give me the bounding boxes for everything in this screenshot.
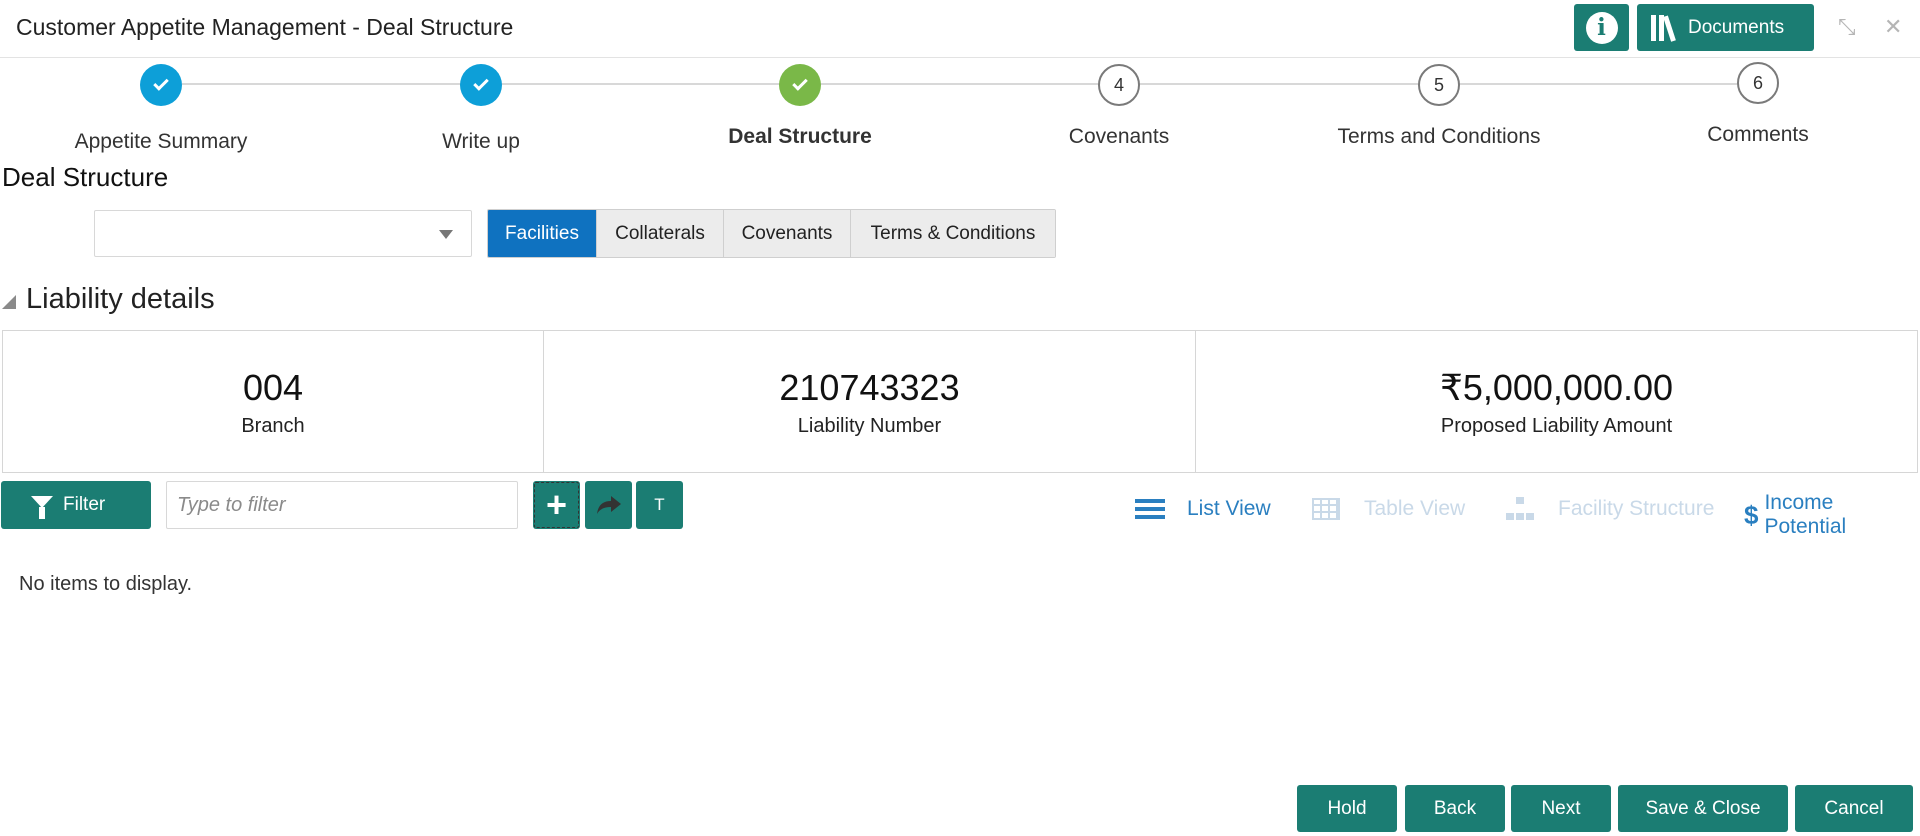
tab-facilities[interactable]: Facilities [488, 210, 597, 257]
empty-list-message: No items to display. [19, 573, 193, 595]
hierarchy-icon [1506, 497, 1534, 521]
step-deal-structure[interactable]: Deal Structure [650, 64, 950, 149]
section-title: Liability details [26, 283, 215, 315]
chevron-down-icon [439, 230, 453, 239]
back-button[interactable]: Back [1405, 785, 1505, 832]
window-title: Customer Appetite Management - Deal Stru… [16, 14, 514, 40]
step-number: 6 [1737, 62, 1779, 104]
deal-select[interactable] [94, 210, 472, 257]
liability-cards: 004 Branch 210743323 Liability Number ₹5… [2, 330, 1918, 473]
income-potential-link[interactable]: $ Income Potential [1744, 491, 1920, 539]
step-label: Appetite Summary [74, 130, 248, 153]
branch-value: 004 [242, 367, 304, 408]
list-view-label: List View [1187, 497, 1271, 520]
books-icon [1651, 14, 1676, 42]
step-number: 4 [1098, 64, 1140, 106]
tab-terms-conditions[interactable]: Terms & Conditions [851, 210, 1055, 257]
step-label: Terms and Conditions [1337, 125, 1541, 148]
list-view-link[interactable]: List View [1135, 497, 1271, 521]
proposed-amount-label: Proposed Liability Amount [1440, 415, 1673, 437]
hold-button[interactable]: Hold [1297, 785, 1397, 832]
close-icon[interactable]: ✕ [1884, 14, 1902, 40]
page-title: Deal Structure [2, 162, 169, 192]
collapse-icon[interactable]: ⤡ [1838, 14, 1856, 40]
window-header: Customer Appetite Management - Deal Stru… [0, 0, 1920, 58]
filter-icon [31, 496, 53, 519]
list-icon [1135, 499, 1165, 519]
step-write-up[interactable]: Write up [331, 64, 631, 154]
step-label: Write up [442, 130, 520, 153]
step-current-icon [779, 64, 821, 106]
info-icon: i [1585, 11, 1618, 44]
deal-tabs: Facilities Collaterals Covenants Terms &… [487, 209, 1056, 258]
step-label: Deal Structure [728, 125, 872, 148]
liability-section-toggle[interactable]: Liability details [2, 283, 215, 316]
liability-number-card: 210743323 Liability Number [544, 331, 1196, 472]
branch-card: 004 Branch [3, 331, 544, 472]
step-covenants[interactable]: 4 Covenants [969, 64, 1269, 149]
progress-stepper: Appetite Summary Write up Deal Structure… [0, 58, 1920, 168]
step-terms-and-conditions[interactable]: 5 Terms and Conditions [1289, 64, 1589, 149]
tab-collaterals[interactable]: Collaterals [597, 210, 724, 257]
next-button[interactable]: Next [1511, 785, 1611, 832]
save-close-button[interactable]: Save & Close [1618, 785, 1788, 832]
share-arrow-icon [596, 496, 621, 514]
facility-structure-label: Facility Structure [1558, 497, 1715, 520]
documents-button[interactable]: Documents [1637, 4, 1814, 51]
plus-icon: + [545, 484, 568, 525]
proposed-amount-value: ₹5,000,000.00 [1439, 367, 1674, 408]
step-complete-icon [460, 64, 502, 106]
table-view-label: Table View [1364, 497, 1466, 520]
forward-button[interactable] [585, 481, 632, 529]
branch-label: Branch [241, 415, 305, 437]
step-complete-icon [140, 64, 182, 106]
filter-input[interactable] [166, 481, 518, 529]
liability-number-value: 210743323 [779, 367, 960, 408]
add-button[interactable]: + [533, 481, 580, 529]
table-view-link[interactable]: Table View [1312, 497, 1465, 521]
step-appetite-summary[interactable]: Appetite Summary [11, 64, 311, 154]
info-button[interactable]: i [1574, 4, 1629, 51]
step-label: Covenants [1068, 125, 1170, 148]
filter-label: Filter [63, 494, 106, 515]
documents-label: Documents [1688, 16, 1785, 38]
income-potential-label: Income Potential [1764, 491, 1847, 538]
step-number: 5 [1418, 64, 1460, 106]
step-comments[interactable]: 6 Comments [1608, 62, 1908, 147]
table-icon [1312, 498, 1340, 520]
cancel-button[interactable]: Cancel [1795, 785, 1913, 832]
facility-structure-link[interactable]: Facility Structure [1506, 497, 1714, 521]
collapse-triangle-icon [2, 294, 16, 309]
t-button[interactable]: T [636, 481, 683, 529]
proposed-amount-card: ₹5,000,000.00 Proposed Liability Amount [1196, 331, 1917, 472]
dollar-icon: $ [1744, 499, 1759, 530]
filter-button[interactable]: Filter [1, 481, 151, 529]
step-label: Comments [1707, 123, 1809, 146]
tab-covenants[interactable]: Covenants [724, 210, 851, 257]
liability-number-label: Liability Number [797, 415, 942, 437]
